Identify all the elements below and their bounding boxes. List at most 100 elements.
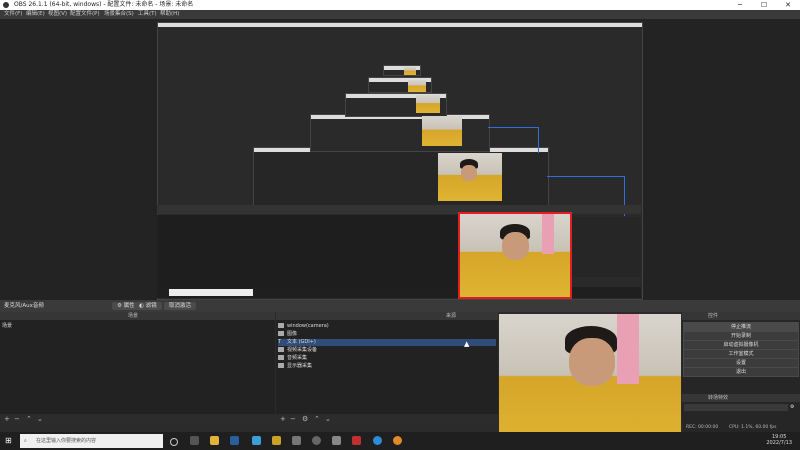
clock-date: 2022/7/13 [766,440,792,446]
camera-icon [278,347,284,352]
app-icon[interactable] [393,436,402,445]
nested-screen-2 [253,147,549,209]
camera-thumb-3 [422,116,462,146]
app-icon[interactable] [352,436,361,445]
source-settings-icon[interactable]: ⚙ [302,414,308,424]
exit-button[interactable]: 退出 [683,367,799,377]
scenes-dock-title: 场景 [128,313,139,319]
camera-thumb-5 [408,80,426,92]
app-icon[interactable] [272,436,281,445]
move-down-icon[interactable]: ⌄ [37,414,43,424]
source-item[interactable]: 显示器采集 [278,363,496,370]
camera-thumb-1 [460,214,570,297]
edge-browser-icon[interactable] [373,436,382,445]
sources-dock: 来源 window(camera) 图像 T 文本 (GDI+) 视频采集设备 音… [276,312,498,424]
person-face [569,338,615,386]
window-title: OBS 26.1.1 (64-bit, windows) - 配置文件: 未命名… [14,1,194,8]
move-up-icon[interactable]: ⌃ [26,414,32,424]
window-titlebar: OBS 26.1.1 (64-bit, windows) - 配置文件: 未命名… [0,0,800,10]
nested-controls-dock [570,217,641,277]
obs-app-icon [3,2,9,8]
menu-file[interactable]: 文件(F) [4,10,22,19]
menu-scene-collection[interactable]: 场景集合(S) [104,10,134,19]
transition-dock-header: 转场特效 [682,394,800,402]
source-label: window(camera) [287,323,329,329]
source-label: 显示器采集 [287,363,313,369]
cortana-icon[interactable] [170,438,178,446]
gear-icon: ⚙ [117,303,122,309]
task-view-icon[interactable] [190,436,199,445]
recording-time: REC: 00:00:00 [686,425,719,430]
search-placeholder: 在这里输入你要搜索的内容 [36,438,97,444]
blue-guide-line [538,127,539,153]
transition-settings-icon[interactable]: ⚙ [790,404,794,410]
menu-edit[interactable]: 编辑(E) [26,10,45,19]
selected-source-label: 麦克风/Aux音频 [4,303,44,309]
scene-item[interactable]: 场景 [2,323,272,330]
monitor-icon [278,363,284,368]
source-item[interactable]: window(camera) [278,323,496,330]
sources-dock-header: 来源 [276,312,498,320]
cpu-usage: CPU: 1.1%, 60.00 fps [729,425,777,430]
blue-guide-line [488,127,538,128]
sources-dock-toolbar: + − ⚙ ⌃ ⌄ [276,414,498,424]
taskbar-search-box[interactable]: ⌕ 在这里输入你要搜索的内容 [20,434,163,448]
source-label: 视频采集设备 [287,347,318,353]
add-source-button[interactable]: + [280,414,286,424]
app-icon[interactable] [252,436,261,445]
transition-select[interactable] [684,404,788,411]
transition-dock-title: 转场特效 [708,395,729,401]
add-scene-button[interactable]: + [4,414,10,424]
filters-button[interactable]: ◐ 滤镜 [134,302,162,310]
file-explorer-icon[interactable] [210,436,219,445]
app-icon[interactable] [332,436,341,445]
source-label: 音频采集 [287,355,308,361]
minimize-button[interactable]: ─ [728,0,752,10]
scenes-dock: 场景 场景 + − ⌃ ⌄ [0,312,275,424]
remove-source-button[interactable]: − [290,414,296,424]
maximize-button[interactable]: ☐ [752,0,776,10]
nested-screen-3 [310,114,490,152]
camera-thumb-2 [438,153,502,201]
source-item[interactable]: 音频采集 [278,355,496,362]
menu-bar: 文件(F) 编辑(E) 视图(V) 配置文件(P) 场景集合(S) 工具(T) … [0,10,800,19]
blue-guide-line [547,176,625,177]
menu-help[interactable]: 帮助(H) [160,10,179,19]
filter-icon: ◐ [139,303,144,309]
close-button[interactable]: ✕ [776,0,800,10]
menu-view[interactable]: 视图(V) [48,10,67,19]
nested-sources-dock [323,215,459,287]
windows-start-icon[interactable]: ⊞ [5,437,13,445]
image-icon [278,331,284,336]
text-icon: T [278,339,282,345]
nested-scenes-dock [157,215,324,287]
background-pink-object [617,314,639,384]
status-bar: REC: 00:00:00 CPU: 1.1%, 60.00 fps [683,424,800,432]
controls-dock-header: 控件 [682,312,800,320]
nested-search-box [169,289,253,296]
obs-taskbar-icon[interactable] [312,436,321,445]
scenes-dock-header: 场景 [0,312,275,320]
source-item[interactable]: 图像 [278,331,496,338]
camera-thumb-4 [416,95,440,113]
scenes-dock-toolbar: + − ⌃ ⌄ [0,414,275,424]
move-up-icon[interactable]: ⌃ [314,414,320,424]
app-icon[interactable] [292,436,301,445]
windows-taskbar: ⊞ ⌕ 在这里输入你要搜索的内容 19:05 2022/7/13 [0,432,800,450]
source-label: 文本 (GDI+) [287,339,316,345]
mouse-cursor-icon: ▲ [464,340,470,348]
source-item[interactable]: 视频采集设备 [278,347,496,354]
taskbar-clock[interactable]: 19:05 2022/7/13 [766,434,792,446]
audio-icon [278,355,284,360]
camera-thumb-6 [404,67,416,75]
steam-icon[interactable] [230,436,239,445]
menu-profile[interactable]: 配置文件(P) [70,10,100,19]
menu-tools[interactable]: 工具(T) [138,10,157,19]
deactivate-button[interactable]: 取消激活 [164,302,197,310]
selected-source-frame[interactable] [458,212,572,299]
webcam-overlay [499,314,681,450]
preview-canvas[interactable] [0,19,800,300]
sources-dock-title: 来源 [446,313,457,319]
remove-scene-button[interactable]: − [14,414,20,424]
move-down-icon[interactable]: ⌄ [325,414,331,424]
